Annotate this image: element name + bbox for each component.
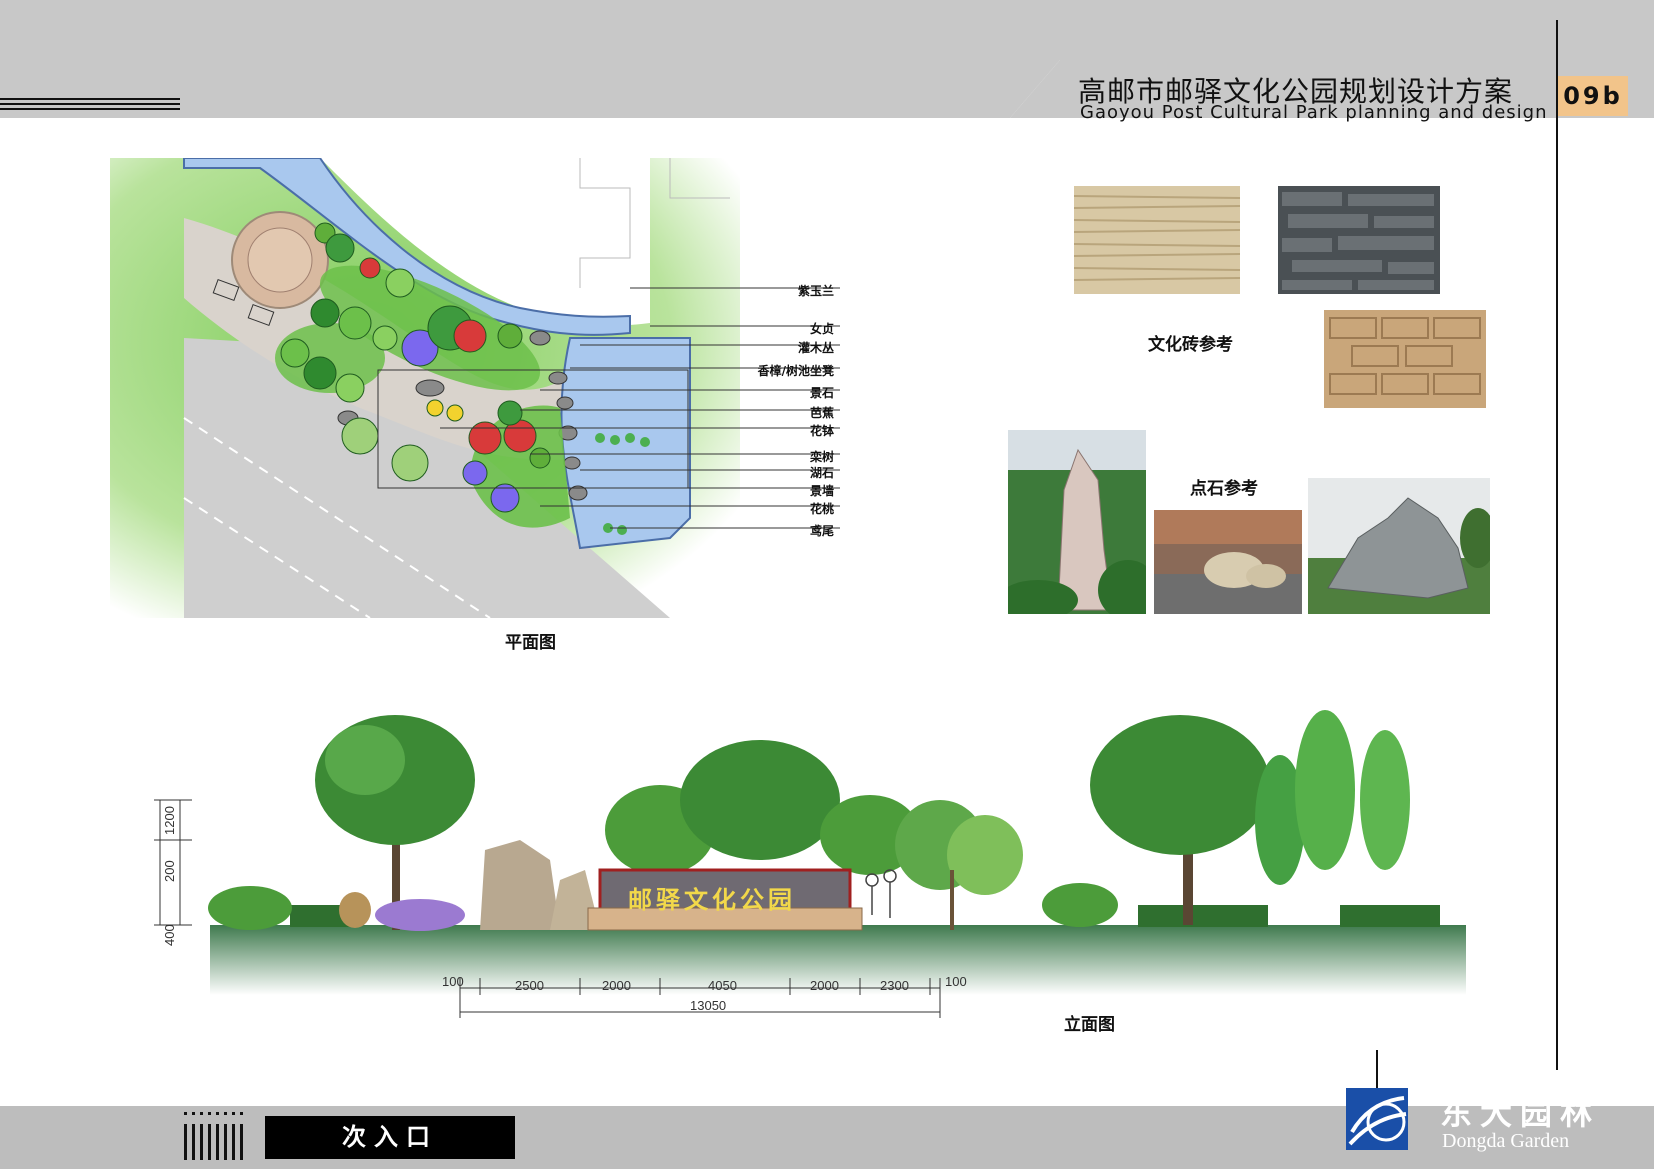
footer-barcode-mark	[184, 1112, 243, 1160]
plan-drawing	[110, 158, 840, 618]
culture-brick-beige-swatch	[1074, 186, 1240, 294]
logo-text-en: Dongda Garden	[1442, 1130, 1570, 1152]
culture-brick-slate-swatch	[1278, 186, 1440, 294]
section-title: 次入口	[265, 1116, 515, 1159]
dim-width-3: 2000	[602, 978, 631, 993]
legend-flowerpot: 花钵	[809, 424, 834, 438]
brick-reference-caption: 文化砖参考	[1148, 335, 1233, 355]
legend-koelreuteria: 栾树	[809, 450, 834, 464]
dim-width-5: 2000	[810, 978, 839, 993]
dim-width-2: 2500	[515, 978, 544, 993]
legend-magnolia: 紫玉兰	[797, 284, 834, 298]
legend-privet: 女贞	[809, 322, 834, 336]
stone-reference-caption: 点石参考	[1190, 479, 1258, 499]
dongda-logo-icon	[1346, 1088, 1408, 1150]
dim-height-base: 400	[162, 924, 177, 946]
dim-height-cap: 200	[162, 860, 177, 882]
entrance-sign-text: 邮驿文化公园	[628, 885, 796, 914]
dim-width-4: 4050	[708, 978, 737, 993]
dim-width-1: 100	[442, 974, 464, 989]
dim-height-sign: 1200	[162, 806, 177, 835]
plan-caption: 平面图	[505, 633, 556, 653]
page-subtitle: Gaoyou Post Cultural Park planning and d…	[1080, 102, 1548, 123]
legend-lake-stone: 湖石	[809, 466, 834, 480]
feature-stone-photo-2	[1154, 510, 1302, 614]
legend-banana: 芭蕉	[809, 406, 834, 420]
legend-shrubs: 灌木丛	[797, 341, 834, 355]
legend-camphor-bench: 香樟/树池坐凳	[757, 364, 834, 378]
dim-width-6: 2300	[880, 978, 909, 993]
elevation-drawing: 1800 1200 200 400 100 2500 2000 4050 200…	[154, 710, 1466, 1018]
right-border-line	[1556, 20, 1558, 1070]
page-number-badge: 09b	[1558, 76, 1628, 116]
logo-text-cn: 东大园林	[1440, 1094, 1601, 1132]
dim-width-7: 100	[945, 974, 967, 989]
elevation-caption: 立面图	[1064, 1015, 1115, 1035]
legend-peach: 花桃	[809, 502, 834, 516]
feature-stone-photo-1	[1008, 430, 1146, 614]
legend-iris: 鸢尾	[809, 524, 834, 538]
legend-rock: 景石	[809, 386, 834, 400]
legend-feature-wall: 景墙	[809, 484, 834, 498]
dim-width-total: 13050	[690, 998, 726, 1013]
feature-stone-photo-3	[1308, 478, 1490, 614]
culture-brick-sandstone-swatch	[1324, 310, 1486, 408]
